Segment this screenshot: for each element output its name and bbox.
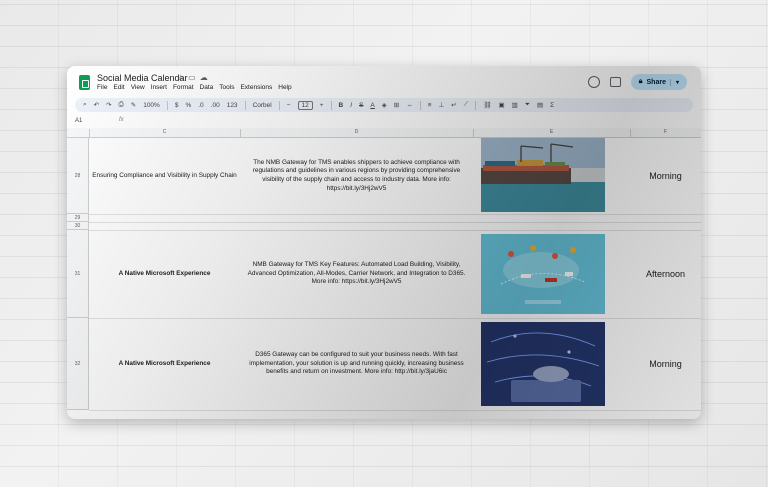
filter-icon[interactable]: ⏷ <box>525 101 530 109</box>
top-right-actions: 🔒︎ Share ▾ <box>587 74 687 90</box>
row-header[interactable]: 28 <box>67 138 89 214</box>
post-title-cell[interactable]: Ensuring Compliance and Visibility in Su… <box>89 138 240 214</box>
bold-button[interactable]: B <box>339 102 344 109</box>
container-ship-port-image[interactable] <box>481 138 605 212</box>
currency-format-button[interactable]: $ <box>175 102 179 109</box>
separator <box>475 100 477 110</box>
separator <box>166 100 168 110</box>
functions-icon[interactable]: Σ <box>550 102 554 109</box>
column-header-c[interactable]: C <box>89 129 241 137</box>
percent-format-button[interactable]: % <box>185 102 191 109</box>
row-header[interactable]: 31 <box>67 230 89 318</box>
laptop-network-image[interactable] <box>481 322 605 406</box>
fill-color-icon[interactable]: ◈ <box>382 101 387 109</box>
sheets-logo-icon[interactable] <box>79 75 90 90</box>
text-color-icon[interactable]: A <box>370 102 374 109</box>
row-header[interactable]: 29 <box>67 214 89 222</box>
insert-chart-icon[interactable]: ▥ <box>512 101 518 109</box>
menu-view[interactable]: View <box>131 84 145 91</box>
column-header-d[interactable]: D <box>240 129 474 137</box>
share-dropdown-icon[interactable]: ▾ <box>669 78 679 86</box>
fx-icon: fx <box>119 117 124 123</box>
text-rotation-icon[interactable]: ⟋ <box>464 101 469 109</box>
version-history-icon[interactable] <box>587 76 600 88</box>
post-time-cell[interactable]: Morning <box>630 318 701 410</box>
separator <box>278 100 280 110</box>
move-folder-icon[interactable]: ▭ <box>188 73 200 82</box>
share-label: Share <box>646 78 666 86</box>
font-select[interactable]: Corbel <box>253 102 272 109</box>
name-box[interactable]: A1 <box>75 118 82 124</box>
paint-format-icon[interactable]: ✎ <box>131 101 136 109</box>
comments-icon[interactable] <box>609 77 621 87</box>
menu-help[interactable]: Help <box>278 84 291 91</box>
logistics-map-image[interactable] <box>481 234 605 314</box>
toolbar: ⌕ ↶ ↷ ⎙ ✎ 100% $ % .0 .00 123 Corbel − 1… <box>75 98 693 112</box>
borders-icon[interactable]: ⊞ <box>394 101 399 109</box>
lock-icon: 🔒︎ <box>638 78 643 85</box>
vertical-align-icon[interactable]: ⊥ <box>439 101 445 109</box>
cloud-status-icon[interactable]: ☁ <box>200 73 212 82</box>
menu-insert[interactable]: Insert <box>151 84 167 91</box>
separator <box>330 100 332 110</box>
text-wrap-icon[interactable]: ↵ <box>451 101 456 109</box>
increase-font-size-button[interactable]: + <box>320 102 324 109</box>
row-header[interactable]: 32 <box>67 318 89 410</box>
search-menus-icon[interactable]: ⌕ <box>83 101 87 109</box>
merge-cells-icon[interactable]: ⇔ <box>406 102 413 109</box>
row-header[interactable]: 30 <box>67 222 89 230</box>
menu-tools[interactable]: Tools <box>219 84 234 91</box>
column-header-f[interactable]: F <box>630 129 701 137</box>
column-headers: C D E F <box>67 128 701 138</box>
italic-button[interactable]: I <box>350 102 352 109</box>
insert-link-icon[interactable]: ⛓ <box>483 101 491 109</box>
separator <box>419 100 421 110</box>
document-title[interactable]: Social Media Calendar <box>97 73 188 83</box>
menu-extensions[interactable]: Extensions <box>240 84 272 91</box>
undo-icon[interactable]: ↶ <box>94 101 99 109</box>
decrease-decimals-button[interactable]: .0 <box>198 102 203 109</box>
menu-file[interactable]: File <box>97 84 107 91</box>
filter-views-icon[interactable]: ▤ <box>537 101 543 109</box>
print-icon[interactable]: ⎙ <box>119 101 124 109</box>
share-button[interactable]: 🔒︎ Share ▾ <box>630 74 687 90</box>
post-title-cell[interactable]: A Native Microsoft Experience <box>89 318 240 410</box>
menu-data[interactable]: Data <box>200 84 214 91</box>
post-body-cell[interactable]: The NMB Gateway for TMS enables shippers… <box>240 138 473 214</box>
more-formats-button[interactable]: 123 <box>227 102 238 109</box>
post-time-cell[interactable]: Morning <box>630 138 701 214</box>
insert-comment-icon[interactable]: ▣ <box>498 101 504 109</box>
horizontal-align-icon[interactable]: ≡ <box>428 102 432 109</box>
menu-edit[interactable]: Edit <box>113 84 124 91</box>
decrease-font-size-button[interactable]: − <box>287 102 291 109</box>
star-icon[interactable]: ☆ <box>177 73 188 82</box>
post-time-cell[interactable]: Afternoon <box>630 230 701 318</box>
post-body-cell[interactable]: D365 Gateway can be configured to suit y… <box>240 318 473 410</box>
title-bar: Social Media Calendar ☆▭☁ File Edit View… <box>67 66 701 96</box>
strikethrough-button[interactable]: S <box>359 102 363 109</box>
menu-format[interactable]: Format <box>173 84 194 91</box>
menu-bar: File Edit View Insert Format Data Tools … <box>97 84 292 91</box>
title-actions: ☆▭☁ <box>177 73 212 82</box>
post-body-cell[interactable]: NMB Gateway for TMS Key Features: Automa… <box>240 230 473 318</box>
spreadsheet-window: Social Media Calendar ☆▭☁ File Edit View… <box>67 66 701 419</box>
zoom-select[interactable]: 100% <box>143 102 160 109</box>
font-size-input[interactable]: 12 <box>297 100 313 110</box>
post-title-cell[interactable]: A Native Microsoft Experience <box>89 230 240 318</box>
increase-decimals-button[interactable]: .00 <box>211 102 220 109</box>
redo-icon[interactable]: ↷ <box>106 101 111 109</box>
corner-select-all[interactable] <box>67 129 90 137</box>
separator <box>244 100 246 110</box>
column-header-e[interactable]: E <box>473 129 631 137</box>
